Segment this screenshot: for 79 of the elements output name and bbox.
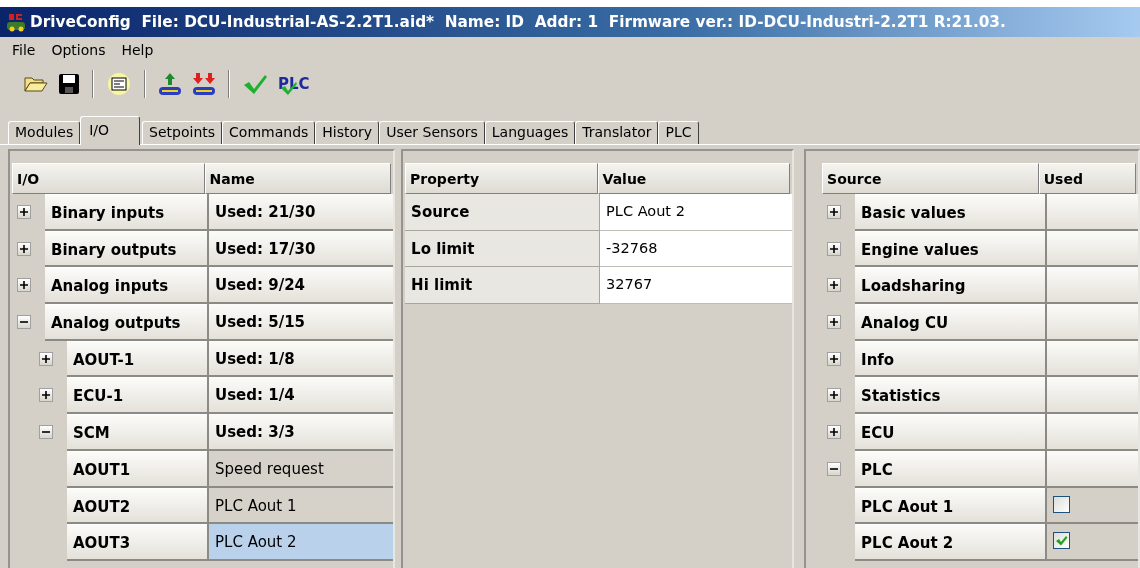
tree-item[interactable]: AOUT3 (67, 524, 207, 561)
property-name: Source (405, 194, 601, 231)
property-value[interactable]: -32768 (600, 230, 793, 268)
upload-arrow-icon[interactable] (158, 71, 182, 97)
tree-item[interactable]: SCM (67, 414, 207, 451)
tree-value: Speed request (207, 450, 394, 488)
tree-item[interactable]: Analog inputs (45, 267, 207, 305)
tree-value: Used: 5/15 (207, 304, 394, 341)
menu-item[interactable]: File (6, 40, 42, 61)
expand-icon[interactable] (39, 388, 53, 403)
tree-value: PLC Aout 1 (207, 487, 394, 525)
tree-item[interactable]: Engine values (855, 230, 1046, 268)
tree-item[interactable]: Analog CU (855, 304, 1046, 341)
column-header: Used (1038, 163, 1136, 194)
tree-item[interactable]: AOUT1 (67, 450, 207, 488)
column-header: I/O (12, 163, 205, 194)
tree-value: Used: 1/8 (207, 340, 394, 378)
expand-icon[interactable] (827, 351, 842, 366)
download-arrows-icon[interactable] (192, 71, 216, 97)
expand-icon[interactable] (17, 278, 31, 293)
app-logo-icon (6, 12, 26, 32)
tree-item[interactable]: PLC Aout 1 (855, 487, 1046, 525)
tree-value: Used: 21/30 (207, 194, 394, 231)
expand-icon[interactable] (17, 205, 31, 219)
tree-value: Used: 1/4 (207, 377, 394, 415)
expand-icon[interactable] (827, 425, 842, 440)
tree-item[interactable]: ECU-1 (67, 377, 207, 415)
tab[interactable]: Setpoints (142, 121, 223, 144)
column-header: Value (597, 163, 791, 194)
tree-item[interactable]: Binary inputs (45, 194, 207, 231)
expand-icon[interactable] (17, 241, 31, 256)
tree-value: PLC Aout 2 (207, 524, 394, 561)
collapse-icon[interactable] (39, 425, 53, 440)
tab[interactable]: Commands (222, 121, 316, 144)
checkmark-icon[interactable] (242, 72, 268, 96)
column-header: Source (822, 163, 1039, 194)
tree-item[interactable]: AOUT2 (67, 487, 207, 525)
tab[interactable]: User Sensors (379, 121, 485, 144)
tab[interactable]: PLC (658, 121, 699, 144)
tree-value: Used: 17/30 (207, 230, 394, 268)
tree-item[interactable]: Analog outputs (45, 304, 207, 341)
property-value[interactable]: PLC Aout 2 (600, 194, 793, 231)
property-name: Hi limit (405, 267, 601, 305)
tree-item[interactable]: Info (855, 340, 1046, 378)
window-title: DriveConfig File: DCU-Industrial-AS-2.2T1.aid* Name: ID Addr: 1 Firmware ver.: ID-DCU-Industri-2.2T1 R:21.03. (30, 11, 1006, 33)
column-header: Name (204, 163, 392, 194)
document-properties-icon[interactable] (106, 72, 132, 96)
tree-item[interactable]: PLC Aout 2 (855, 524, 1046, 561)
menu-item[interactable]: Help (115, 40, 160, 61)
property-name: Lo limit (405, 230, 601, 268)
tree-item[interactable]: PLC (855, 450, 1046, 488)
tab[interactable]: I/O (80, 116, 141, 145)
tree-item[interactable]: Binary outputs (45, 230, 207, 268)
column-header: Property (405, 163, 598, 194)
expand-icon[interactable] (827, 205, 842, 219)
tree-value: Used: 9/24 (207, 267, 394, 305)
tree-item[interactable]: ECU (855, 414, 1046, 451)
menu-item[interactable]: Options (45, 40, 112, 61)
expand-icon[interactable] (827, 278, 842, 293)
tree-item[interactable]: Loadsharing (855, 267, 1046, 305)
tab[interactable]: History (315, 121, 380, 144)
expand-icon[interactable] (39, 351, 53, 366)
tab[interactable]: Translator (575, 121, 659, 144)
expand-icon[interactable] (827, 388, 842, 403)
folder-icon[interactable] (24, 74, 48, 94)
checkbox[interactable] (1053, 495, 1071, 513)
tree-item[interactable]: Statistics (855, 377, 1046, 415)
collapse-icon[interactable] (827, 461, 842, 476)
tree-item[interactable]: Basic values (855, 194, 1046, 231)
expand-icon[interactable] (827, 315, 842, 330)
expand-icon[interactable] (827, 241, 842, 256)
tab[interactable]: Modules (8, 121, 81, 144)
tree-value: Used: 3/3 (207, 414, 394, 451)
tab[interactable]: Languages (484, 121, 576, 144)
tree-item[interactable]: AOUT-1 (67, 340, 207, 378)
checkbox[interactable] (1053, 532, 1071, 550)
plc-check-button[interactable]: PLC (276, 74, 312, 94)
property-value[interactable]: 32767 (600, 267, 793, 305)
collapse-icon[interactable] (17, 315, 31, 330)
